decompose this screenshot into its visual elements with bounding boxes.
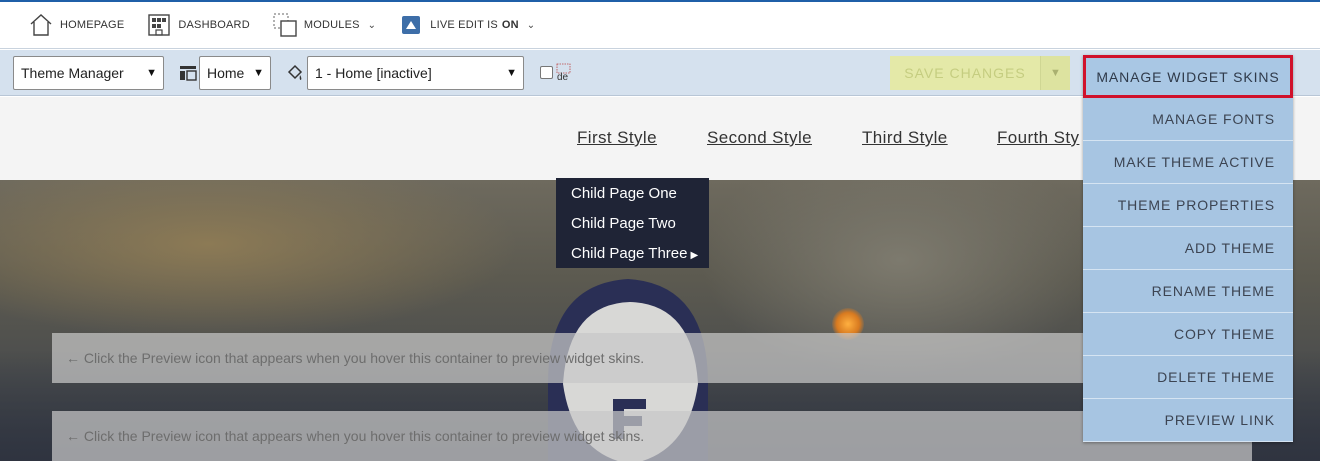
layout-icon (180, 66, 197, 81)
widget-preview-hint: ← Click the Preview icon that appears wh… (66, 350, 645, 366)
homepage-label: HOMEPAGE (60, 19, 125, 31)
chevron-down-icon: ⌄ (367, 19, 377, 31)
dashboard-link[interactable]: DASHBOARD (146, 12, 250, 38)
submenu-arrow-icon: ▶ (690, 250, 699, 261)
child-page-label: Child Page Three (571, 245, 688, 262)
modules-label: MODULES (303, 19, 360, 31)
child-page-label: Child Page One (571, 185, 677, 202)
modules-menu[interactable]: MODULES ⌄ (272, 12, 376, 38)
menu-theme-properties[interactable]: THEME PROPERTIES (1083, 184, 1293, 227)
child-page-one[interactable]: Child Page One (556, 184, 709, 214)
menu-add-theme[interactable]: ADD THEME (1083, 227, 1293, 270)
theme-version-value: 1 - Home [inactive] (315, 65, 432, 81)
live-edit-label: LIVE EDIT IS (430, 19, 498, 31)
page-select[interactable]: Home ▼ (199, 56, 271, 90)
menu-manage-fonts[interactable]: MANAGE FONTS (1083, 98, 1293, 141)
live-edit-toggle[interactable]: LIVE EDIT IS ON ⌄ (398, 12, 535, 38)
top-navigation-bar: HOMEPAGE DASHBOARD MODULES ⌄ LIVE EDIT I… (0, 0, 1320, 49)
live-edit-icon (398, 12, 424, 38)
chevron-down-icon: ▼ (253, 67, 264, 79)
menu-delete-theme[interactable]: DELETE THEME (1083, 356, 1293, 399)
live-edit-state: ON (501, 19, 519, 31)
paint-bucket-icon (287, 64, 303, 80)
page-select-value: Home (207, 65, 245, 81)
toolbar-checkbox[interactable] (540, 66, 553, 79)
menu-preview-link[interactable]: PREVIEW LINK (1083, 399, 1293, 442)
save-options-dropdown[interactable]: ▼ (1040, 56, 1070, 90)
nav-third-style[interactable]: Third Style (862, 128, 948, 148)
theme-actions-menu: MANAGE WIDGET SKINS MANAGE FONTS MAKE TH… (1083, 55, 1293, 442)
child-page-two[interactable]: Child Page Two (556, 214, 709, 244)
nav-first-style[interactable]: First Style (577, 128, 657, 148)
child-page-three[interactable]: Child Page Three ▶ (556, 244, 709, 274)
caret-down-icon: ▼ (1050, 67, 1061, 79)
home-icon (28, 12, 54, 38)
save-changes-button[interactable]: SAVE CHANGES (890, 56, 1040, 90)
menu-manage-widget-skins[interactable]: MANAGE WIDGET SKINS (1083, 55, 1293, 98)
widget-preview-hint: ← Click the Preview icon that appears wh… (66, 428, 645, 444)
checkbox-label: de (557, 72, 569, 83)
homepage-link[interactable]: HOMEPAGE (28, 12, 124, 38)
menu-copy-theme[interactable]: COPY THEME (1083, 313, 1293, 356)
nav-second-style[interactable]: Second Style (707, 128, 812, 148)
chevron-down-icon: ▼ (506, 67, 517, 79)
nav-fourth-style[interactable]: Fourth Sty (997, 128, 1079, 148)
menu-make-theme-active[interactable]: MAKE THEME ACTIVE (1083, 141, 1293, 184)
dashboard-label: DASHBOARD (178, 19, 250, 31)
theme-manager-select[interactable]: Theme Manager ▼ (13, 56, 164, 90)
theme-version-select[interactable]: 1 - Home [inactive] ▼ (307, 56, 524, 90)
child-pages-dropdown: Child Page One Child Page Two Child Page… (556, 178, 709, 268)
menu-rename-theme[interactable]: RENAME THEME (1083, 270, 1293, 313)
modules-icon (272, 12, 298, 38)
theme-manager-value: Theme Manager (21, 65, 124, 81)
child-page-label: Child Page Two (571, 215, 676, 232)
widget-preview-container-2[interactable]: ← Click the Preview icon that appears wh… (52, 411, 1252, 461)
dashboard-icon (146, 12, 172, 38)
chevron-down-icon: ▼ (146, 67, 157, 79)
chevron-down-icon: ⌄ (526, 19, 536, 31)
widget-preview-container-1[interactable]: ← Click the Preview icon that appears wh… (52, 333, 1252, 383)
